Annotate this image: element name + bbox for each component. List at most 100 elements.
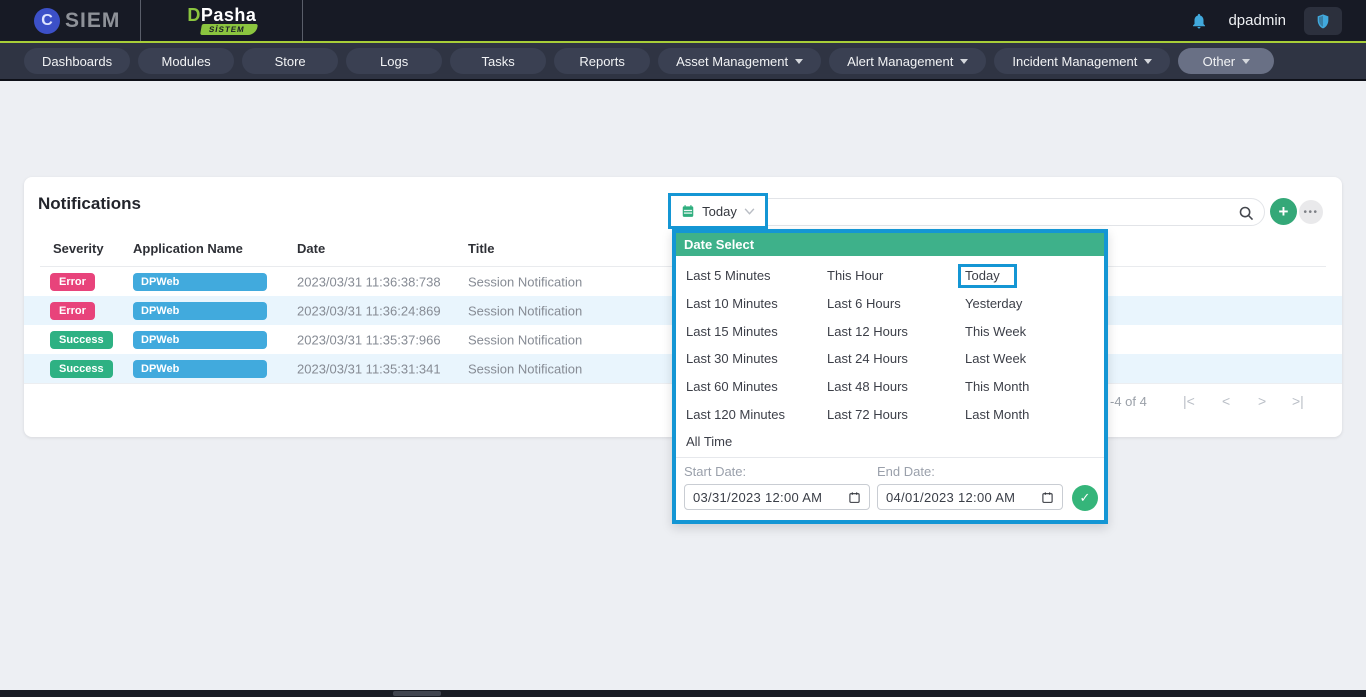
severity-badge: Success bbox=[50, 360, 113, 378]
application-badge: DPWeb bbox=[133, 302, 267, 320]
start-date-group: Start Date: 03/31/2023 12:00 AM bbox=[684, 464, 870, 510]
add-button[interactable]: + bbox=[1270, 198, 1297, 225]
start-date-input[interactable]: 03/31/2023 12:00 AM bbox=[684, 484, 870, 510]
title-cell: Session Notification bbox=[468, 274, 582, 289]
date-option-last-week[interactable]: Last Week bbox=[965, 345, 1095, 373]
apply-date-button[interactable]: ✓ bbox=[1072, 485, 1098, 511]
date-option-last-120-minutes[interactable]: Last 120 Minutes bbox=[686, 400, 826, 428]
date-option-last-15-minutes[interactable]: Last 15 Minutes bbox=[686, 317, 826, 345]
next-page-icon[interactable]: > bbox=[1258, 393, 1266, 409]
chevron-down-icon bbox=[744, 208, 755, 215]
date-option-last-10-minutes[interactable]: Last 10 Minutes bbox=[686, 290, 826, 318]
date-option-last-48-hours[interactable]: Last 48 Hours bbox=[827, 373, 962, 401]
page-title: Notifications bbox=[38, 194, 141, 214]
top-bar: C SIEM DPasha SİSTEM dpadmin bbox=[0, 0, 1366, 41]
horizontal-scrollbar-thumb[interactable] bbox=[393, 691, 441, 696]
nav-item-store[interactable]: Store bbox=[242, 48, 338, 74]
date-option-label: Last 10 Minutes bbox=[686, 296, 778, 311]
nav-item-tasks[interactable]: Tasks bbox=[450, 48, 546, 74]
date-option-yesterday[interactable]: Yesterday bbox=[965, 290, 1095, 318]
date-range-label: Today bbox=[702, 204, 737, 219]
calendar-picker-icon[interactable] bbox=[848, 491, 861, 504]
nav-item-label: Dashboards bbox=[42, 54, 112, 69]
date-option-label: This Week bbox=[965, 324, 1026, 339]
pagination-range-label: -4 of 4 bbox=[1110, 394, 1147, 409]
previous-page-icon[interactable]: < bbox=[1222, 393, 1230, 409]
calendar-picker-icon[interactable] bbox=[1041, 491, 1054, 504]
date-option-label: This Hour bbox=[827, 268, 883, 283]
date-option-this-week[interactable]: This Week bbox=[965, 317, 1095, 345]
date-option-all-time[interactable]: All Time bbox=[686, 428, 826, 456]
date-option-this-hour[interactable]: This Hour bbox=[827, 262, 962, 290]
calendar-icon bbox=[681, 204, 695, 218]
date-option-label: Last 48 Hours bbox=[827, 379, 908, 394]
nav-item-reports[interactable]: Reports bbox=[554, 48, 650, 74]
end-date-input[interactable]: 04/01/2023 12:00 AM bbox=[877, 484, 1063, 510]
date-option-last-72-hours[interactable]: Last 72 Hours bbox=[827, 400, 962, 428]
date-select-footer: Start Date: 03/31/2023 12:00 AM End Date… bbox=[676, 457, 1104, 520]
nav-item-incident-management[interactable]: Incident Management bbox=[994, 48, 1170, 74]
date-option-this-month[interactable]: This Month bbox=[965, 373, 1095, 401]
csiem-logo-text: SIEM bbox=[65, 9, 120, 33]
nav-item-label: Asset Management bbox=[676, 54, 788, 69]
application-badge: DPWeb bbox=[133, 273, 267, 291]
first-page-icon[interactable]: |< bbox=[1183, 393, 1195, 409]
nav-item-other[interactable]: Other bbox=[1178, 48, 1274, 74]
date-option-last-month[interactable]: Last Month bbox=[965, 400, 1095, 428]
date-option-label: Last 60 Minutes bbox=[686, 379, 778, 394]
nav-item-dashboards[interactable]: Dashboards bbox=[24, 48, 130, 74]
title-cell: Session Notification bbox=[468, 303, 582, 318]
date-option-last-6-hours[interactable]: Last 6 Hours bbox=[827, 290, 962, 318]
date-option-last-5-minutes[interactable]: Last 5 Minutes bbox=[686, 262, 826, 290]
nav-item-modules[interactable]: Modules bbox=[138, 48, 234, 74]
nav-item-label: Alert Management bbox=[847, 54, 953, 69]
column-header-title: Title bbox=[468, 241, 495, 256]
chevron-down-icon bbox=[1144, 59, 1152, 64]
date-option-last-60-minutes[interactable]: Last 60 Minutes bbox=[686, 373, 826, 401]
csiem-logo[interactable]: C SIEM bbox=[0, 0, 141, 41]
content-area: Notifications Today + ••• Severity Appli… bbox=[0, 81, 1366, 690]
profile-shield-button[interactable] bbox=[1304, 7, 1342, 35]
date-option-label: Last 24 Hours bbox=[827, 351, 908, 366]
date-option-last-24-hours[interactable]: Last 24 Hours bbox=[827, 345, 962, 373]
nav-bar: Dashboards Modules Store Logs Tasks Reports As… bbox=[0, 43, 1366, 79]
end-date-value: 04/01/2023 12:00 AM bbox=[886, 490, 1015, 505]
severity-cell: Error bbox=[50, 302, 95, 320]
start-date-value: 03/31/2023 12:00 AM bbox=[693, 490, 822, 505]
nav-item-asset-management[interactable]: Asset Management bbox=[658, 48, 821, 74]
date-option-today[interactable]: Today bbox=[965, 262, 1095, 290]
date-range-button[interactable]: Today bbox=[668, 193, 768, 229]
column-header-date: Date bbox=[297, 241, 325, 256]
horizontal-scrollbar[interactable] bbox=[0, 690, 1366, 697]
nav-item-label: Logs bbox=[380, 54, 408, 69]
dpasha-logo[interactable]: DPasha SİSTEM bbox=[141, 0, 303, 41]
date-option-label: Last 72 Hours bbox=[827, 407, 908, 422]
end-date-group: End Date: 04/01/2023 12:00 AM bbox=[877, 464, 1063, 510]
end-date-label: End Date: bbox=[877, 464, 1063, 479]
nav-item-label: Reports bbox=[579, 54, 625, 69]
search-input[interactable] bbox=[779, 201, 1219, 223]
search-icon[interactable] bbox=[1235, 202, 1257, 224]
severity-cell: Success bbox=[50, 331, 113, 349]
date-select-header: Date Select bbox=[676, 233, 1104, 256]
nav-item-alert-management[interactable]: Alert Management bbox=[829, 48, 986, 74]
date-cell: 2023/03/31 11:36:38:738 bbox=[297, 274, 441, 289]
more-options-button[interactable]: ••• bbox=[1299, 200, 1323, 224]
date-option-last-12-hours[interactable]: Last 12 Hours bbox=[827, 317, 962, 345]
username-label: dpadmin bbox=[1228, 12, 1286, 29]
last-page-icon[interactable]: >| bbox=[1292, 393, 1304, 409]
date-select-column-minutes: Last 5 Minutes Last 10 Minutes Last 15 Min… bbox=[686, 262, 826, 456]
date-option-label: Last 6 Hours bbox=[827, 296, 901, 311]
date-cell: 2023/03/31 11:35:31:341 bbox=[297, 361, 441, 376]
application-cell: DPWeb bbox=[133, 331, 267, 349]
notification-bell-icon[interactable] bbox=[1188, 10, 1210, 32]
date-option-label: All Time bbox=[686, 434, 732, 449]
start-date-label: Start Date: bbox=[684, 464, 870, 479]
sistem-badge: SİSTEM bbox=[200, 24, 258, 35]
column-header-severity: Severity bbox=[53, 241, 104, 256]
nav-item-logs[interactable]: Logs bbox=[346, 48, 442, 74]
date-option-label: Last Month bbox=[965, 407, 1029, 422]
date-option-label: Today bbox=[958, 264, 1017, 288]
date-option-last-30-minutes[interactable]: Last 30 Minutes bbox=[686, 345, 826, 373]
date-select-column-days: TodayYesterday This Week Last WeekThis Mon… bbox=[965, 262, 1095, 428]
